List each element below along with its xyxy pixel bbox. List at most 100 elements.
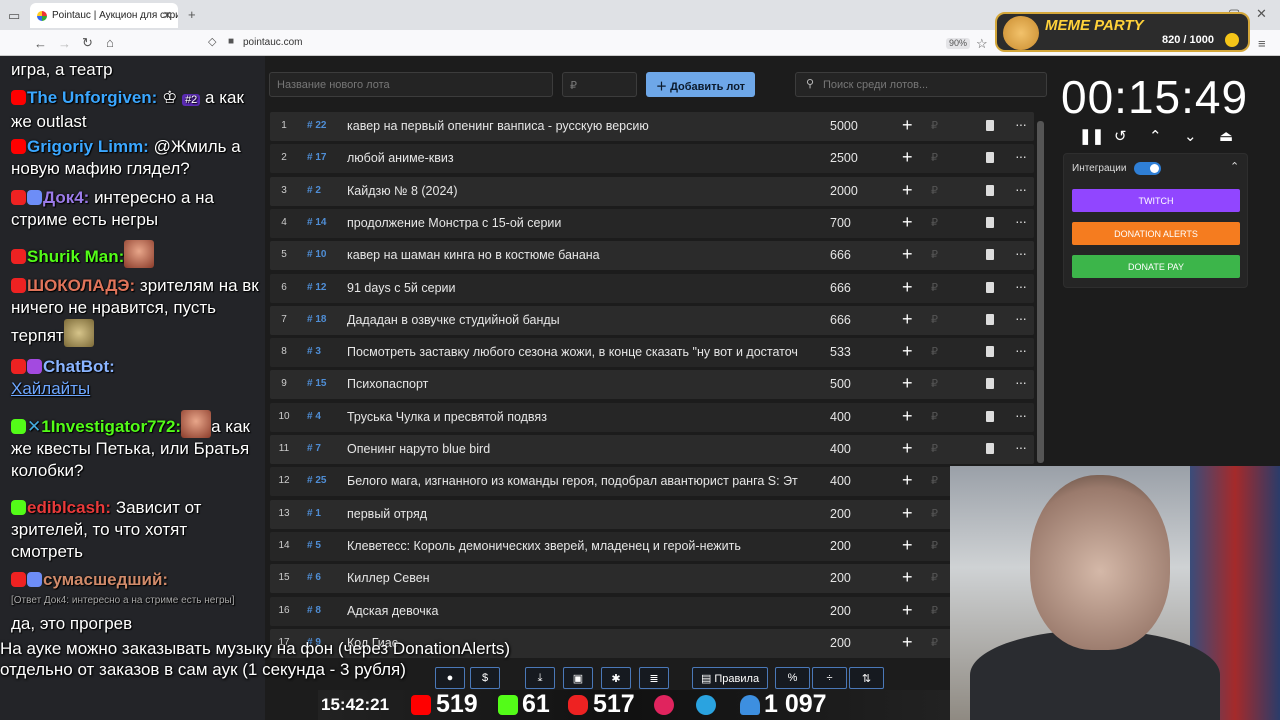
rules-button[interactable]: ▤ Правила <box>692 667 768 689</box>
trash-icon[interactable] <box>986 120 994 131</box>
lot-title[interactable]: Киллер Севен <box>347 571 809 585</box>
integrations-toggle[interactable] <box>1134 162 1161 175</box>
ruble-input[interactable]: ₽ <box>931 281 938 294</box>
lot-row[interactable]: 12 # 25 Белого мага, изгнанного из команды… <box>270 467 1034 497</box>
home-icon[interactable]: ⌂ <box>106 36 114 49</box>
add-amount-icon[interactable]: + <box>902 309 913 330</box>
lot-title[interactable]: Психопаспорт <box>347 377 809 391</box>
trash-icon[interactable] <box>986 249 994 261</box>
lot-title[interactable]: кавер на первый опенинг ванписа - русску… <box>347 119 809 133</box>
add-amount-icon[interactable]: + <box>902 212 913 233</box>
ruble-input[interactable]: ₽ <box>931 604 938 617</box>
ruble-input[interactable]: ₽ <box>931 571 938 584</box>
lot-row[interactable]: 14 # 5 Клеветесс: Король демонических звер… <box>270 531 1034 561</box>
close-tab-icon[interactable]: ✕ <box>163 9 172 22</box>
more-icon[interactable]: ··· <box>1015 245 1027 261</box>
search-input[interactable]: ⚲ Поиск среди лотов... <box>795 72 1047 97</box>
ruble-input[interactable]: ₽ <box>931 184 938 197</box>
ruble-input[interactable]: ₽ <box>931 119 938 132</box>
lot-title[interactable]: Кайдзю № 8 (2024) <box>347 184 809 198</box>
trash-icon[interactable] <box>986 216 994 228</box>
lot-row[interactable]: 1 # 22 кавер на первый опенинг ванписа - р… <box>270 112 1034 141</box>
add-amount-icon[interactable]: + <box>902 147 913 168</box>
more-icon[interactable]: ··· <box>1015 148 1027 164</box>
donate-pay-button[interactable]: DONATE PAY <box>1072 255 1240 278</box>
lot-row[interactable]: 15 # 6 Киллер Севен 200 + ₽ <box>270 564 1034 594</box>
trash-icon[interactable] <box>986 346 994 358</box>
lot-row[interactable]: 5 # 10 кавер на шаман кинга но в костюме б… <box>270 241 1034 271</box>
bookmark-star-icon[interactable]: ☆ <box>976 37 988 50</box>
add-amount-icon[interactable]: + <box>902 180 913 201</box>
add-amount-icon[interactable]: + <box>902 277 913 298</box>
lot-title[interactable]: любой аниме-квиз <box>347 151 809 165</box>
more-icon[interactable]: ··· <box>1015 213 1027 229</box>
add-amount-icon[interactable]: + <box>902 632 913 653</box>
back-icon[interactable]: ← <box>34 37 47 50</box>
ruble-input[interactable]: ₽ <box>931 248 938 261</box>
ruble-input[interactable]: ₽ <box>931 410 938 423</box>
browser-tab[interactable]: Pointauc | Аукцион для стрим ✕ <box>30 3 178 28</box>
lot-row[interactable]: 8 # 3 Посмотреть заставку любого сезона жо… <box>270 338 1034 368</box>
more-icon[interactable]: ··· <box>1015 374 1027 390</box>
lot-row[interactable]: 11 # 7 Опенинг наруто blue bird 400 + ₽ ··· <box>270 435 1034 464</box>
twitch-button[interactable]: TWITCH <box>1072 189 1240 212</box>
lot-row[interactable]: 2 # 17 любой аниме-квиз 2500 + ₽ ··· <box>270 144 1034 174</box>
lot-title[interactable]: Опенинг наруто blue bird <box>347 442 809 456</box>
lot-row[interactable]: 13 # 1 первый отряд 200 + ₽ <box>270 499 1034 529</box>
percent-button[interactable]: % <box>775 667 810 689</box>
amount-input[interactable]: ₽ <box>562 72 637 97</box>
donation-alerts-button[interactable]: DONATION ALERTS <box>1072 222 1240 245</box>
split-icon[interactable]: ÷ <box>812 667 847 689</box>
lot-title[interactable]: Труська Чулка и пресвятой подвяз <box>347 410 809 424</box>
add-amount-icon[interactable]: + <box>902 567 913 588</box>
more-icon[interactable]: ··· <box>1015 278 1027 294</box>
sort-icon[interactable]: ⇅ <box>849 667 884 689</box>
more-icon[interactable]: ··· <box>1015 439 1027 455</box>
more-icon[interactable]: ··· <box>1015 181 1027 197</box>
add-amount-icon[interactable]: + <box>902 115 913 136</box>
lot-title[interactable]: Клеветесс: Король демонических зверей, м… <box>347 539 809 553</box>
close-window-icon[interactable]: ✕ <box>1256 7 1267 20</box>
lot-row[interactable]: 10 # 4 Труська Чулка и пресвятой подвяз 400… <box>270 402 1034 432</box>
lot-row[interactable]: 9 # 15 Психопаспорт 500 + ₽ ··· <box>270 370 1034 400</box>
lot-title[interactable]: Посмотреть заставку любого сезона жожи, … <box>347 345 809 359</box>
new-lot-input[interactable]: Название нового лота <box>269 72 553 97</box>
zoom-level[interactable]: 90% <box>946 38 971 49</box>
scrollbar[interactable] <box>1037 121 1044 463</box>
lot-title[interactable]: продолжение Монстра с 15-ой серии <box>347 216 809 230</box>
eject-icon[interactable]: ⏏ <box>1219 127 1233 145</box>
lot-title[interactable]: Адская девочка <box>347 604 809 618</box>
more-icon[interactable]: ··· <box>1015 342 1027 358</box>
ruble-input[interactable]: ₽ <box>931 507 938 520</box>
add-amount-icon[interactable]: + <box>902 438 913 459</box>
lot-title[interactable]: Белого мага, изгнанного из команды героя… <box>347 474 809 488</box>
add-amount-icon[interactable]: + <box>902 470 913 491</box>
ruble-input[interactable]: ₽ <box>931 345 938 358</box>
forward-icon[interactable]: → <box>58 37 71 50</box>
chevron-down-icon[interactable]: ⌄ <box>1184 127 1197 145</box>
trash-icon[interactable] <box>986 378 994 390</box>
lot-row[interactable]: 16 # 8 Адская девочка 200 + ₽ <box>270 596 1034 626</box>
reset-icon[interactable]: ↺ <box>1114 127 1127 145</box>
trash-icon[interactable] <box>986 410 994 422</box>
highlights-link[interactable]: Хайлайты <box>11 379 90 398</box>
trash-icon[interactable] <box>986 443 994 454</box>
lot-title[interactable]: 91 days с 5й серии <box>347 281 809 295</box>
lot-row[interactable]: 6 # 12 91 days с 5й серии 666 + ₽ ··· <box>270 273 1034 303</box>
add-amount-icon[interactable]: + <box>902 600 913 621</box>
trash-icon[interactable] <box>986 313 994 325</box>
more-icon[interactable]: ··· <box>1015 310 1027 326</box>
collapse-icon[interactable]: ⌃ <box>1230 160 1239 173</box>
new-tab-icon[interactable]: + <box>188 8 196 21</box>
lot-row[interactable]: 4 # 14 продолжение Монстра с 15-ой серии 70… <box>270 208 1034 238</box>
lot-row[interactable]: 7 # 18 Дададан в озвучке студийной банды 66… <box>270 305 1034 335</box>
lot-title[interactable]: первый отряд <box>347 507 809 521</box>
add-amount-icon[interactable]: + <box>902 341 913 362</box>
ruble-input[interactable]: ₽ <box>931 474 938 487</box>
add-lot-button[interactable]: ＋ Добавить лот <box>646 72 755 97</box>
add-amount-icon[interactable]: + <box>902 503 913 524</box>
url-text[interactable]: pointauc.com <box>243 37 302 48</box>
reload-icon[interactable]: ↻ <box>82 36 93 49</box>
add-amount-icon[interactable]: + <box>902 406 913 427</box>
pause-icon[interactable]: ❚❚ <box>1079 127 1104 145</box>
